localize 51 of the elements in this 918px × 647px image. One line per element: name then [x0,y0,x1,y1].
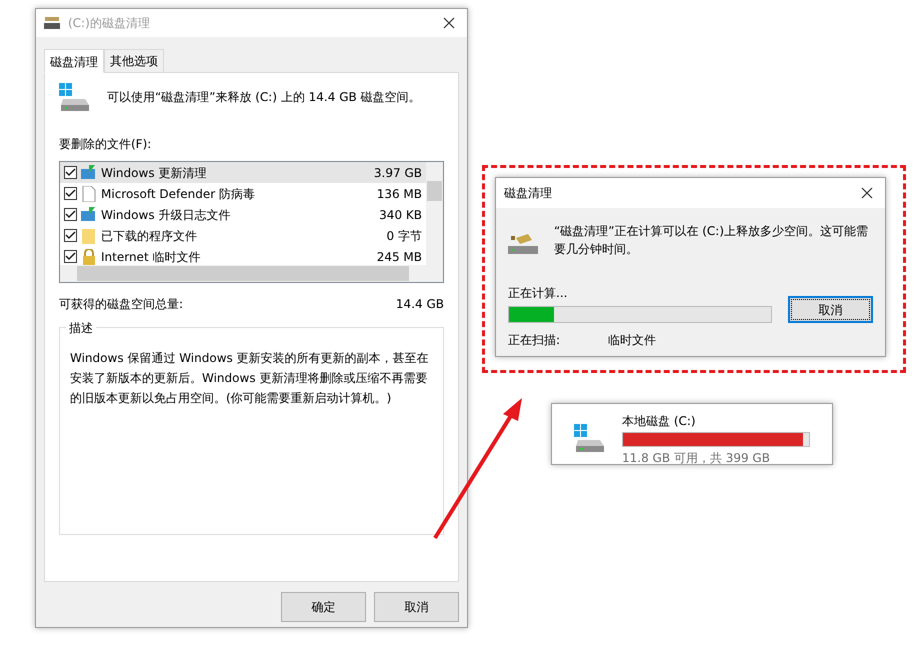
lock-icon [81,248,97,264]
tab[interactable]: 磁盘清理 [44,49,104,73]
dialog-message: “磁盘清理”正在计算可以在 (C:)上释放多少空间。这可能需要几分钟时间。 [554,223,870,258]
file-name: Microsoft Defender 防病毒 [101,186,256,202]
file-list-item[interactable]: Windows 升级日志文件 340 KB [60,204,426,225]
drive-name: 本地磁盘 (C:) [622,413,697,430]
window-title: (C:)的磁盘清理 [68,15,150,32]
files-label: 要删除的文件(F): [59,136,152,153]
scanning-label: 正在扫描: [508,332,560,349]
checkbox[interactable] [64,208,77,221]
status-text: 正在计算... [508,285,568,302]
total-label: 可获得的磁盘空间总量: [59,296,184,313]
file-size: 3.97 GB [374,164,422,182]
disk-cleanup-icon [44,17,60,29]
checkbox[interactable] [64,187,77,200]
file-name: Windows 更新清理 [101,164,208,182]
file-name: Windows 升级日志文件 [101,206,232,224]
drive-icon [574,424,606,452]
tab[interactable]: 其他选项 [104,49,164,73]
file-list-item[interactable]: Microsoft Defender 防病毒 136 MB [60,183,426,204]
file-icon [81,186,97,202]
vertical-scrollbar[interactable] [426,162,443,265]
checkbox[interactable] [64,229,77,242]
folder-icon [81,228,97,244]
cancel-button[interactable]: 取消 [788,296,873,323]
file-list-item[interactable]: Internet 临时文件 245 MB [60,246,426,267]
scanning-value: 临时文件 [608,332,656,349]
file-list-item[interactable]: 已下载的程序文件 0 字节 [60,225,426,246]
file-size: 136 MB [376,186,422,202]
checkbox[interactable] [64,166,77,179]
dialog-button[interactable]: 确定 [281,592,366,622]
file-name: 已下载的程序文件 [101,228,198,244]
file-size: 0 字节 [386,228,422,244]
drive-usage-text: 11.8 GB 可用，共 399 GB [622,450,771,467]
file-size: 245 MB [376,248,422,266]
update-icon [81,164,97,180]
close-icon[interactable] [861,187,873,199]
update-icon [81,206,97,222]
horizontal-scrollbar[interactable] [60,265,443,282]
description-text: Windows 保留通过 Windows 更新安装的所有更新的副本，甚至在安装了新版本的更新后。Windows 更新清理将删除或压缩不再需要的旧版本更新以免占用空间。(你可能需要重新启动计算机。) [70,350,430,407]
checkbox[interactable] [64,250,77,263]
file-list-item[interactable]: Windows 更新清理 3.97 GB [60,162,426,183]
dialog-title: 磁盘清理 [504,185,552,202]
drive-icon [59,83,91,111]
description-title: 描述 [66,319,96,337]
close-icon[interactable] [443,17,455,29]
file-name: Internet 临时文件 [101,248,202,266]
file-size: 340 KB [379,206,422,224]
total-value: 14.4 GB [396,296,444,313]
dialog-button[interactable]: 取消 [374,592,459,622]
intro-text: 可以使用“磁盘清理”来释放 (C:) 上的 14.4 GB 磁盘空间。 [107,89,421,106]
